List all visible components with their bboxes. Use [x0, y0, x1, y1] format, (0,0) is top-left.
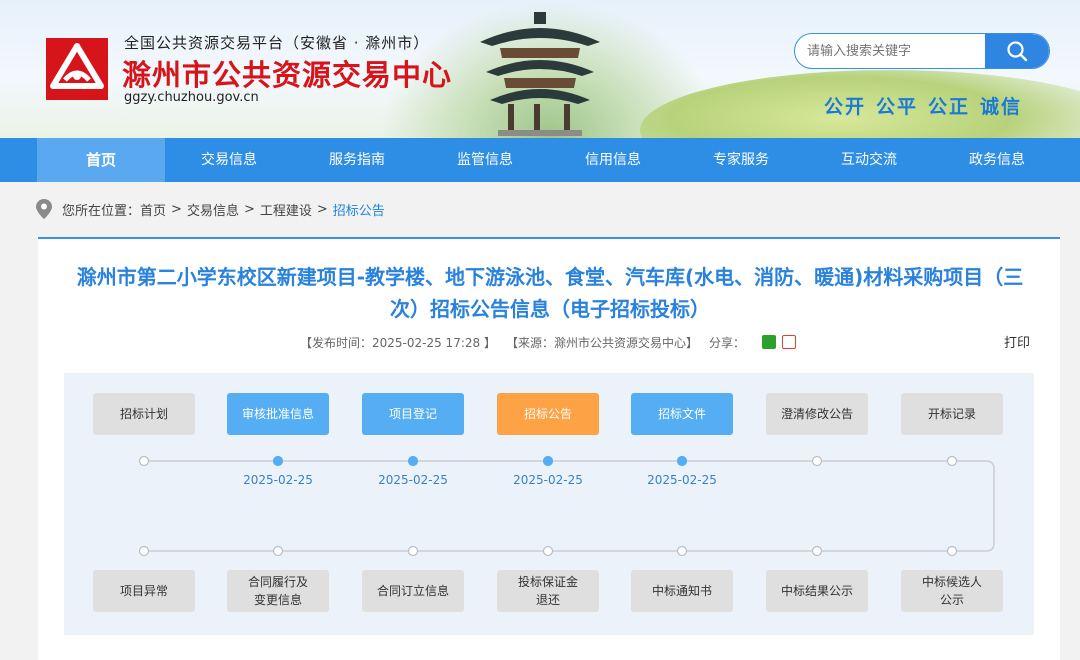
breadcrumb-item-home[interactable]: 首页 [140, 200, 166, 219]
share-label: 分享： [709, 336, 746, 350]
breadcrumb-item-construction[interactable]: 工程建设 [260, 200, 312, 219]
process-step[interactable]: 澄清修改公告 [766, 393, 868, 435]
pavilion-image [480, 12, 600, 136]
process-node-dot [407, 455, 419, 467]
process-node-dot [676, 545, 688, 557]
process-step[interactable]: 招标公告 [497, 393, 599, 435]
process-step-date: 2025-02-25 [378, 473, 448, 487]
article-source: 【来源：滁州市公共资源交易中心】 [506, 336, 699, 350]
process-step[interactable]: 中标候选人 公示 [901, 570, 1003, 612]
nav-item-supervision[interactable]: 监管信息 [421, 138, 549, 182]
nav-item-expert[interactable]: 专家服务 [677, 138, 805, 182]
process-node-dot [138, 545, 150, 557]
process-step[interactable]: 中标结果公示 [766, 570, 868, 612]
process-step[interactable]: 招标文件 [631, 393, 733, 435]
slogan-item: 公正 [928, 96, 971, 118]
process-node-dot [138, 455, 150, 467]
search-button[interactable] [985, 34, 1049, 68]
process-node-dot [272, 455, 284, 467]
process-node-dot [811, 455, 823, 467]
publish-time: 【发布时间：2025-02-25 17:28 】 [300, 336, 496, 350]
location-pin-icon [36, 199, 52, 219]
breadcrumb-item-trade-info[interactable]: 交易信息 [187, 200, 239, 219]
slogan-item: 公平 [876, 96, 919, 118]
nav-item-government[interactable]: 政务信息 [933, 138, 1061, 182]
process-step[interactable]: 项目异常 [93, 570, 195, 612]
process-node-dot [542, 455, 554, 467]
slogan-item: 公开 [824, 96, 867, 118]
breadcrumb-item-current[interactable]: 招标公告 [333, 200, 385, 219]
process-step[interactable]: 项目登记 [362, 393, 464, 435]
slogan-item: 诚信 [980, 96, 1023, 118]
search-box [794, 33, 1050, 69]
site-logo[interactable] [46, 38, 108, 100]
process-step[interactable]: 招标计划 [93, 393, 195, 435]
site-header: 全国公共资源交易平台（安徽省 · 滁州市） 滁州市公共资源交易中心 ggzy.c… [0, 0, 1080, 138]
process-node-dot [946, 545, 958, 557]
site-title: 滁州市公共资源交易中心 [122, 58, 453, 92]
breadcrumb-prefix: 您所在位置： [62, 203, 141, 219]
process-step[interactable]: 合同履行及 变更信息 [227, 570, 329, 612]
nav-item-interaction[interactable]: 互动交流 [805, 138, 933, 182]
main-nav: 首页 交易信息 服务指南 监管信息 信用信息 专家服务 互动交流 政务信息 [0, 138, 1080, 182]
process-step-date: 2025-02-25 [513, 473, 583, 487]
weibo-share-icon[interactable] [782, 335, 796, 349]
process-node-dot [542, 545, 554, 557]
nav-item-home[interactable]: 首页 [37, 138, 165, 182]
process-step[interactable]: 合同订立信息 [362, 570, 464, 612]
search-input[interactable] [807, 34, 987, 68]
process-step[interactable]: 开标记录 [901, 393, 1003, 435]
process-step[interactable]: 投标保证金 退还 [497, 570, 599, 612]
breadcrumb-separator: > [243, 201, 255, 217]
article-title: 滁州市第二小学东校区新建项目-教学楼、地下游泳池、食堂、汽车库(水电、消防、暖通… [76, 265, 1024, 321]
print-button[interactable]: 打印 [1004, 332, 1030, 351]
process-node-dot [272, 545, 284, 557]
process-step-date: 2025-02-25 [243, 473, 313, 487]
process-flow: 招标计划 审核批准信息 2025-02-25 项目登记 2025-02-25 招标公告 20… [64, 373, 1034, 635]
breadcrumb-separator: > [316, 201, 328, 217]
process-node-dot [676, 455, 688, 467]
process-node-dot [407, 545, 419, 557]
process-node-dot [946, 455, 958, 467]
nav-item-trade-info[interactable]: 交易信息 [165, 138, 293, 182]
breadcrumb: 您所在位置： 首页 > 交易信息 > 工程建设 > 招标公告 [36, 198, 385, 220]
article-panel: 滁州市第二小学东校区新建项目-教学楼、地下游泳池、食堂、汽车库(水电、消防、暖通… [38, 237, 1060, 660]
process-node-dot [811, 545, 823, 557]
search-icon [1007, 41, 1028, 62]
site-subtitle: 全国公共资源交易平台（安徽省 · 滁州市） [124, 34, 430, 52]
slogan: 公开 公平 公正 诚信 [824, 92, 1032, 119]
nav-item-service-guide[interactable]: 服务指南 [293, 138, 421, 182]
site-url: ggzy.chuzhou.gov.cn [124, 90, 259, 105]
breadcrumb-separator: > [171, 201, 182, 217]
process-step[interactable]: 中标通知书 [631, 570, 733, 612]
nav-item-credit[interactable]: 信用信息 [549, 138, 677, 182]
wechat-share-icon[interactable] [762, 335, 776, 349]
process-step-date: 2025-02-25 [647, 473, 717, 487]
process-step[interactable]: 审核批准信息 [227, 393, 329, 435]
